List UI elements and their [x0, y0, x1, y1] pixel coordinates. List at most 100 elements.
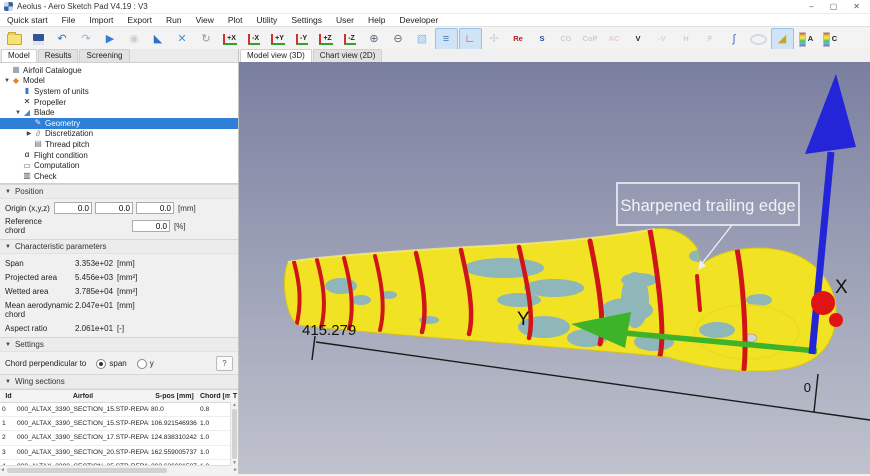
view-plus-z-button[interactable]: +Z — [315, 28, 338, 50]
tree-item-thread-pitch[interactable]: ▤ Thread pitch — [0, 139, 238, 150]
scroll-up-icon[interactable]: ▲ — [232, 402, 237, 408]
radio-span[interactable] — [96, 358, 107, 369]
ac-button[interactable]: AC — [603, 28, 626, 50]
vertical-scrollbar[interactable]: ▲ ▼ — [230, 402, 238, 466]
origin-x-field[interactable] — [54, 202, 92, 214]
s-distribution-button[interactable]: S — [531, 28, 554, 50]
save-button[interactable] — [27, 28, 50, 50]
reference-chord-field[interactable] — [132, 220, 170, 232]
close-button[interactable]: ✕ — [853, 2, 860, 11]
menu-file[interactable]: File — [55, 15, 83, 25]
scrollbar-thumb[interactable] — [232, 409, 237, 459]
curve-tool-button[interactable]: ʃ — [723, 28, 746, 50]
pointer-button[interactable]: ◣ — [147, 28, 170, 50]
table-row[interactable]: 3 000_ALTAX_3390_SECTION_20.STP-REPAIRED_… — [0, 446, 231, 460]
zoom-out-button[interactable]: ⊖ — [387, 28, 410, 50]
tab-screening[interactable]: Screening — [79, 49, 130, 62]
open-button[interactable] — [3, 28, 26, 50]
tab-model-view-3d-[interactable]: Model view (3D) — [240, 49, 312, 62]
cop-button[interactable]: CoP — [579, 28, 602, 50]
scroll-down-icon[interactable]: ▼ — [232, 460, 237, 466]
tree-item-airfoil-catalogue[interactable]: ▦ Airfoil Catalogue — [0, 65, 238, 76]
axis-view-icon: +Y — [271, 33, 285, 45]
minus-v-button[interactable]: -V — [651, 28, 674, 50]
fit-view-button[interactable]: ✕ — [171, 28, 194, 50]
scale-bar-button[interactable]: ≡ — [434, 28, 458, 50]
tab-model[interactable]: Model — [1, 49, 37, 62]
menu-quick-start[interactable]: Quick start — [0, 15, 55, 25]
zoom-in-button[interactable]: ⊕ — [363, 28, 386, 50]
tree-item-blade[interactable]: ▼ ◢ Blade — [0, 107, 238, 118]
tab-results[interactable]: Results — [37, 49, 79, 62]
column-header-3[interactable]: Chord [mm] — [198, 393, 230, 400]
tree-item-discretization[interactable]: ▶ ∂ Discretization — [0, 129, 238, 140]
tree-item-geometry[interactable]: ✎ Geometry — [0, 117, 238, 129]
column-header-4[interactable]: T — [230, 393, 238, 400]
tree-item-model[interactable]: ▼ ◆ Model — [0, 76, 238, 87]
radio-y[interactable] — [136, 358, 147, 369]
horizontal-scrollbar[interactable]: ◄ ► — [0, 465, 238, 474]
menu-help[interactable]: Help — [361, 15, 392, 25]
menu-settings[interactable]: Settings — [284, 15, 329, 25]
reynolds-button[interactable]: Re — [507, 28, 530, 50]
axis-triad-button[interactable]: ∟ — [458, 28, 482, 50]
tree-expanded-arrow-icon[interactable]: ▼ — [14, 110, 22, 116]
tree-item-propeller[interactable]: ✕ Propeller — [0, 97, 238, 108]
restore-button[interactable]: ▢ — [830, 2, 838, 11]
tree-collapsed-arrow-icon[interactable]: ▶ — [25, 130, 33, 137]
orbit-button[interactable]: ↻ — [195, 28, 218, 50]
velocity-button[interactable]: V — [627, 28, 650, 50]
settings-section-header[interactable]: ▼ Settings — [0, 337, 238, 352]
position-section-header[interactable]: ▼ Position — [0, 184, 238, 199]
tree-item-check[interactable]: ▥ Check — [0, 171, 238, 182]
tree-expanded-arrow-icon[interactable]: ▼ — [3, 78, 11, 84]
view-plus-x-button[interactable]: +X — [219, 28, 242, 50]
propeller-tool-button[interactable]: ✢ — [483, 28, 506, 50]
cg-button[interactable]: CG — [555, 28, 578, 50]
run-circle-button-icon: ◉ — [129, 32, 139, 45]
minimize-button[interactable]: – — [809, 2, 813, 11]
view-minus-x-button[interactable]: -X — [243, 28, 266, 50]
menu-utility[interactable]: Utility — [250, 15, 285, 25]
menu-developer[interactable]: Developer — [392, 15, 445, 25]
menu-import[interactable]: Import — [82, 15, 120, 25]
tab-chart-view-2d-[interactable]: Chart view (2D) — [312, 49, 383, 62]
colorbar-a-button[interactable]: A — [795, 28, 818, 50]
menu-plot[interactable]: Plot — [221, 15, 250, 25]
undo-button[interactable]: ↶ — [51, 28, 74, 50]
view-minus-z-button[interactable]: -Z — [339, 28, 362, 50]
view-minus-y-button[interactable]: -Y — [291, 28, 314, 50]
model-view-3d[interactable]: 415.279 0 X Y Sharpened trailing edge — [239, 62, 870, 474]
scrollbar-thumb[interactable] — [6, 467, 167, 473]
colorbar-c-button[interactable]: C — [819, 28, 842, 50]
f-distribution-button[interactable]: F — [699, 28, 722, 50]
wing-sections-header[interactable]: ▼ Wing sections — [0, 374, 238, 389]
view-plus-y-button[interactable]: +Y — [267, 28, 290, 50]
characteristic-section-header[interactable]: ▼ Characteristic parameters — [0, 239, 238, 254]
menu-user[interactable]: User — [329, 15, 361, 25]
cube-view-button[interactable]: ▧ — [411, 28, 434, 50]
scroll-left-icon[interactable]: ◄ — [0, 467, 5, 473]
help-button[interactable]: ? — [216, 356, 233, 371]
column-header-1[interactable]: Airfoil — [15, 393, 149, 400]
origin-z-field[interactable] — [136, 202, 174, 214]
menu-export[interactable]: Export — [120, 15, 159, 25]
origin-y-field[interactable] — [95, 202, 133, 214]
run-button[interactable]: ▶ — [99, 28, 122, 50]
run-circle-button[interactable]: ◉ — [123, 28, 146, 50]
menu-view[interactable]: View — [189, 15, 221, 25]
tree-item-system-of-units[interactable]: ▮ System of units — [0, 86, 238, 97]
table-row[interactable]: 0 000_ALTAX_3390_SECTION_15.STP-REPAIRED_… — [0, 403, 231, 418]
blade-shade-button[interactable]: ◢ — [770, 28, 794, 50]
menu-run[interactable]: Run — [159, 15, 189, 25]
tree-item-computation[interactable]: ▭ Computation — [0, 160, 238, 171]
h-distribution-button[interactable]: H — [675, 28, 698, 50]
column-header-0[interactable]: Id — [0, 393, 15, 400]
ellipse-tool-button[interactable] — [747, 28, 770, 50]
column-header-2[interactable]: S-pos [mm] — [149, 393, 198, 400]
table-row[interactable]: 2 000_ALTAX_3390_SECTION_17.STP-REPAIRED_… — [0, 431, 231, 446]
tree-item-flight-condition[interactable]: α Flight condition — [0, 150, 238, 161]
scroll-right-icon[interactable]: ► — [233, 467, 238, 473]
redo-button[interactable]: ↷ — [75, 28, 98, 50]
table-row[interactable]: 1 000_ALTAX_3390_SECTION_15.STP-REPAIRED_… — [0, 417, 231, 432]
